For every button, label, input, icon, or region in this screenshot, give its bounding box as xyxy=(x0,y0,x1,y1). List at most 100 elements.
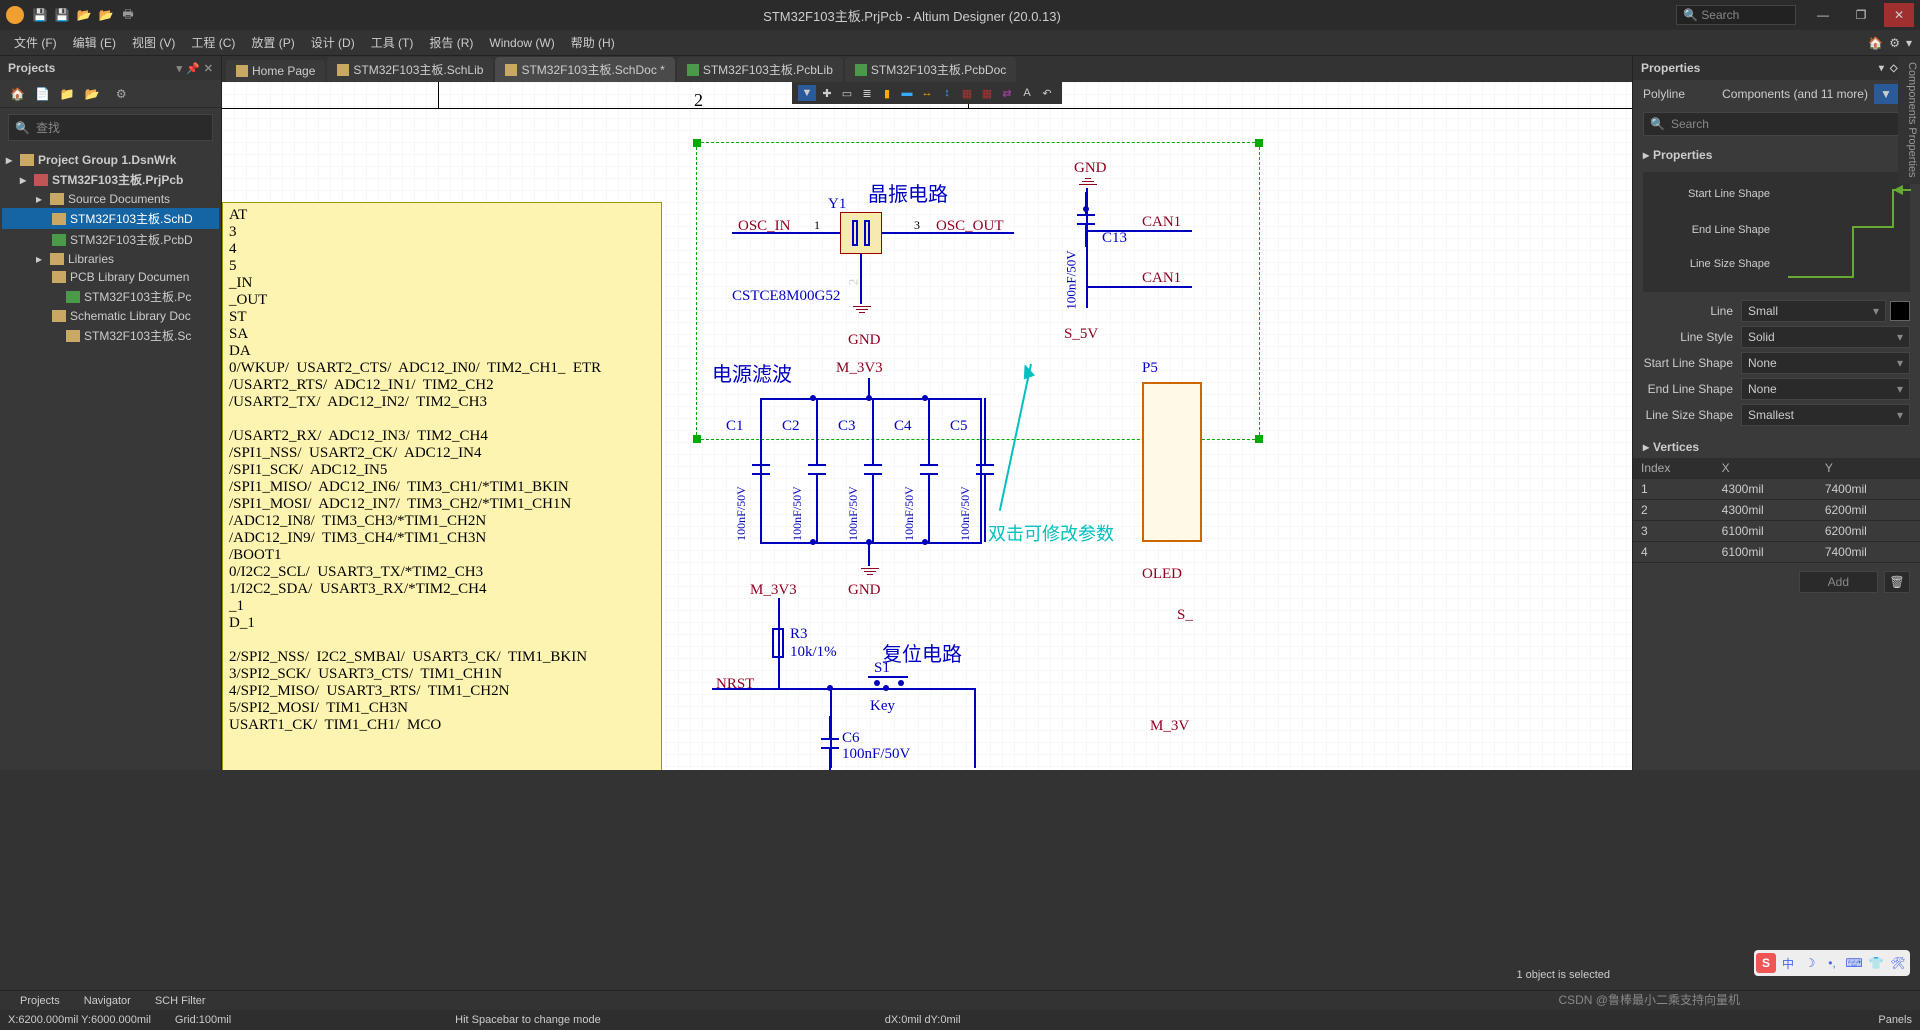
select-icon[interactable]: ▭ xyxy=(838,85,856,101)
swap-icon[interactable]: ⇄ xyxy=(998,85,1016,101)
open-recent-icon[interactable]: 📂 xyxy=(98,7,114,23)
selection-scope[interactable]: Components (and 11 more) xyxy=(1722,87,1868,101)
delete-vertex-button[interactable]: 🗑 xyxy=(1884,571,1910,593)
pin-icon[interactable]: ◇ xyxy=(1890,63,1898,74)
align-icon[interactable]: ▬ xyxy=(898,85,916,101)
menu-file[interactable]: 文件 (F) xyxy=(8,31,63,54)
spacing-icon[interactable]: ↔ xyxy=(918,85,936,101)
save-all-icon[interactable]: 💾 xyxy=(54,7,70,23)
ime-toolbar[interactable]: S 中 ☽ •, ⌨ 👕 🛠 xyxy=(1754,950,1910,976)
undo-icon[interactable]: ↶ xyxy=(1038,85,1056,101)
doc-tab[interactable]: Home Page xyxy=(226,60,325,82)
menu-design[interactable]: 设计 (D) xyxy=(305,31,361,54)
ime-zh[interactable]: 中 xyxy=(1778,953,1798,973)
grid-icon[interactable]: ▦ xyxy=(978,85,996,101)
pin-icon[interactable]: ▾ xyxy=(177,62,183,75)
filter-icon[interactable]: ▼ xyxy=(798,85,816,101)
tree-node[interactable]: ▸Source Documents xyxy=(2,190,219,208)
tree-node[interactable]: STM32F103主板.PcbD xyxy=(2,229,219,250)
tree-node[interactable]: STM32F103主板.SchD xyxy=(2,208,219,229)
ime-logo[interactable]: S xyxy=(1756,953,1776,973)
tree-node[interactable]: Schematic Library Doc xyxy=(2,307,219,325)
doc-tab[interactable]: STM32F103主板.SchDoc * xyxy=(495,57,674,82)
doc-tab[interactable]: STM32F103主板.PcbLib xyxy=(677,57,843,82)
chevron-icon[interactable]: ▸ xyxy=(36,192,46,206)
tree-node[interactable]: STM32F103主板.Pc xyxy=(2,286,219,307)
properties-search-input[interactable]: 🔍 Search xyxy=(1643,112,1910,136)
ime-skin-icon[interactable]: 👕 xyxy=(1866,953,1886,973)
menu-project[interactable]: 工程 (C) xyxy=(185,31,241,54)
panel-tab-schfilter[interactable]: SCH Filter xyxy=(143,993,218,1009)
spacing-icon[interactable]: ↕ xyxy=(938,85,956,101)
chevron-icon[interactable]: ▸ xyxy=(20,173,30,187)
chevron-icon[interactable]: ▸ xyxy=(36,252,46,266)
panel-tab-navigator[interactable]: Navigator xyxy=(72,993,143,1009)
menu-window[interactable]: Window (W) xyxy=(483,33,560,53)
global-search-input[interactable]: 🔍 Search xyxy=(1676,5,1796,25)
menu-place[interactable]: 放置 (P) xyxy=(245,31,300,54)
line-width-dropdown[interactable]: Small xyxy=(1741,300,1886,322)
ime-punct-icon[interactable]: •, xyxy=(1822,953,1842,973)
cap-value: 100nF/50V xyxy=(790,486,805,541)
close-icon[interactable]: ✕ xyxy=(1884,3,1914,27)
color-swatch[interactable] xyxy=(1890,301,1910,321)
close-panel-icon[interactable]: ✕ xyxy=(204,62,213,75)
table-row[interactable]: 46100mil7400mil xyxy=(1633,542,1920,563)
filter-icon[interactable]: ▼ xyxy=(1874,84,1898,104)
tree-node[interactable]: ▸Libraries xyxy=(2,250,219,268)
table-row[interactable]: 24300mil6200mil xyxy=(1633,500,1920,521)
panel-tab-projects[interactable]: Projects xyxy=(8,993,72,1009)
projects-search-input[interactable]: 🔍 查找 xyxy=(8,114,213,141)
table-row[interactable]: 36100mil6200mil xyxy=(1633,521,1920,542)
text-icon[interactable]: A xyxy=(1018,85,1036,101)
gear-icon[interactable]: ⚙ xyxy=(1889,36,1900,50)
projects-tree[interactable]: ▸Project Group 1.DsnWrk▸STM32F103主板.PrjP… xyxy=(0,147,221,770)
size-shape-dropdown[interactable]: Smallest xyxy=(1741,404,1910,426)
folder-icon[interactable]: 📁 xyxy=(60,87,75,101)
minimize-icon[interactable]: — xyxy=(1808,3,1838,27)
save-icon[interactable]: 💾 xyxy=(32,7,48,23)
new-doc-icon[interactable]: 📄 xyxy=(35,87,50,101)
maximize-icon[interactable]: ❐ xyxy=(1846,3,1876,27)
ime-toolbox-icon[interactable]: 🛠 xyxy=(1888,953,1908,973)
chevron-icon[interactable]: ▸ xyxy=(6,153,16,167)
align-icon[interactable]: ▮ xyxy=(878,85,896,101)
chevron-down-icon[interactable]: ▾ xyxy=(1906,36,1912,50)
menu-help[interactable]: 帮助 (H) xyxy=(565,31,621,54)
grid-icon[interactable]: ▦ xyxy=(958,85,976,101)
side-tabs[interactable]: Components Properties xyxy=(1898,56,1920,184)
refresh-icon[interactable]: ⚙ xyxy=(116,87,127,101)
vertices-table[interactable]: Index X Y 14300mil7400mil24300mil6200mil… xyxy=(1633,458,1920,563)
menu-icon[interactable]: ▾ xyxy=(1879,63,1884,74)
menu-reports[interactable]: 报告 (R) xyxy=(423,31,479,54)
start-shape-dropdown[interactable]: None xyxy=(1741,352,1910,374)
doc-tab[interactable]: STM32F103主板.PcbDoc xyxy=(845,57,1016,82)
ime-keyboard-icon[interactable]: ⌨ xyxy=(1844,953,1864,973)
menu-tools[interactable]: 工具 (T) xyxy=(365,31,420,54)
panels-button[interactable]: Panels xyxy=(1878,1014,1912,1026)
chevron-down-icon[interactable]: ▸ xyxy=(1643,148,1649,162)
open-icon[interactable]: 📂 xyxy=(76,7,92,23)
home-icon[interactable]: 🏠 xyxy=(1868,36,1883,50)
end-shape-dropdown[interactable]: None xyxy=(1741,378,1910,400)
menu-view[interactable]: 视图 (V) xyxy=(126,31,181,54)
home-icon xyxy=(236,65,248,77)
chevron-down-icon[interactable]: ▸ xyxy=(1643,440,1649,454)
ime-moon-icon[interactable]: ☽ xyxy=(1800,953,1820,973)
doc-tab[interactable]: STM32F103主板.SchLib xyxy=(327,57,493,82)
tree-node[interactable]: STM32F103主板.Sc xyxy=(2,325,219,346)
add-vertex-button[interactable]: Add xyxy=(1799,571,1878,593)
print-icon[interactable]: 🖶 xyxy=(120,7,136,23)
align-icon[interactable]: ≣ xyxy=(858,85,876,101)
tree-node[interactable]: ▸Project Group 1.DsnWrk xyxy=(2,151,219,169)
home-icon[interactable]: 🏠 xyxy=(10,87,25,101)
move-icon[interactable]: ✚ xyxy=(818,85,836,101)
menu-edit[interactable]: 编辑 (E) xyxy=(67,31,122,54)
line-style-dropdown[interactable]: Solid xyxy=(1741,326,1910,348)
tree-node[interactable]: PCB Library Documen xyxy=(2,268,219,286)
table-row[interactable]: 14300mil7400mil xyxy=(1633,479,1920,500)
tree-node[interactable]: ▸STM32F103主板.PrjPcb xyxy=(2,169,219,190)
schematic-canvas[interactable]: 2 AT 3 4 5 _IN _OUT ST SA DA 0/WKUP/ USA… xyxy=(222,82,1632,770)
folder-open-icon[interactable]: 📂 xyxy=(85,87,100,101)
pin-icon[interactable]: 📌 xyxy=(186,62,200,75)
